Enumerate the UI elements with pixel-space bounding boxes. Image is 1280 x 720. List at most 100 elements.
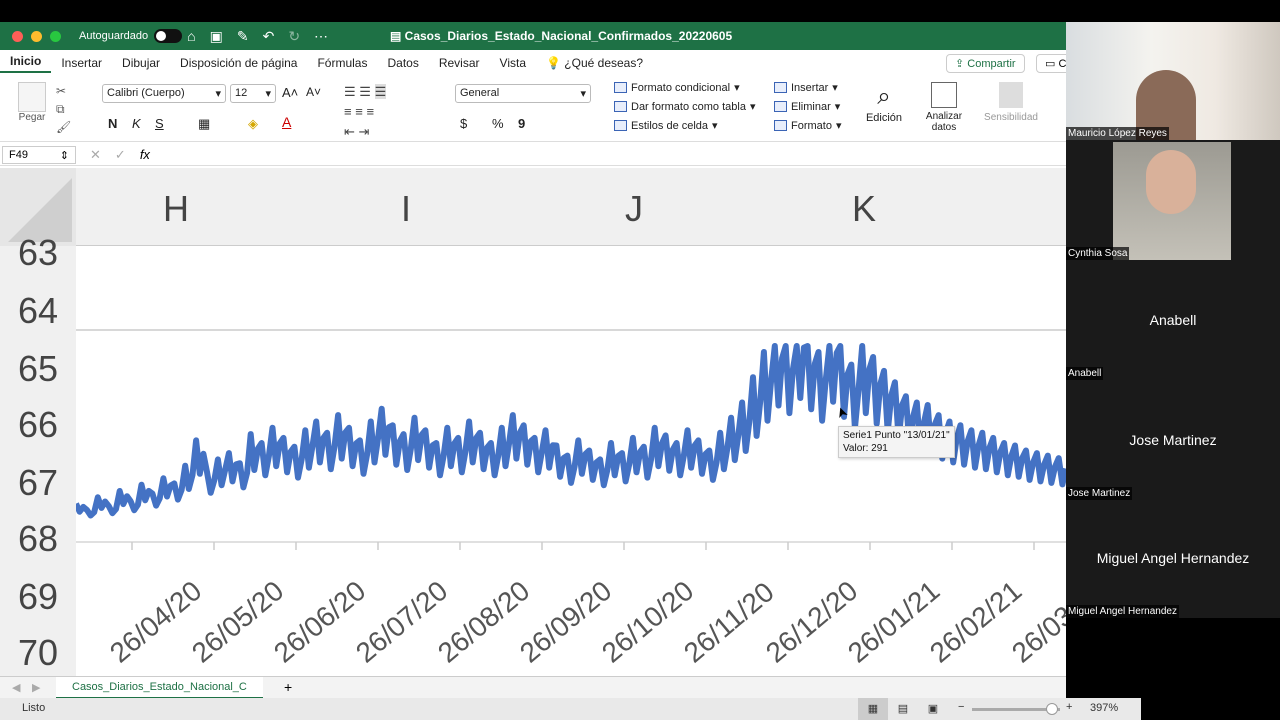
paste-button[interactable]: Pegar xyxy=(12,82,52,123)
sensitivity-button[interactable]: Sensibilidad xyxy=(982,82,1040,123)
format-painter-icon[interactable]: 🖌 xyxy=(56,118,71,136)
sheet-tab[interactable]: Casos_Diarios_Estado_Nacional_C xyxy=(56,677,263,698)
row-header[interactable]: 64 xyxy=(0,290,76,332)
font-name-select[interactable]: Calibri (Cuerpo) ▾ xyxy=(102,84,226,103)
analyze-data-button[interactable]: Analizar datos xyxy=(922,82,966,133)
tab-revisar[interactable]: Revisar xyxy=(429,56,490,70)
tab-insertar[interactable]: Insertar xyxy=(51,56,112,70)
save-icon[interactable]: ▣ xyxy=(210,28,223,45)
number-format-select[interactable]: General ▾ xyxy=(455,84,591,103)
fill-color-icon[interactable]: ◈ xyxy=(248,116,258,132)
tell-me[interactable]: 💡 ¿Qué deseas? xyxy=(536,56,653,70)
insert-cells-button[interactable]: Insertar ▾ xyxy=(774,78,842,97)
add-sheet-icon[interactable]: + xyxy=(284,679,292,695)
row-header[interactable]: 66 xyxy=(0,404,76,446)
align-left-icon[interactable]: ≡ xyxy=(344,104,352,119)
bold-button[interactable]: N xyxy=(108,116,117,131)
editing-button[interactable]: ⌕ Edición xyxy=(862,82,906,124)
confirm-icon[interactable]: ✓ xyxy=(115,147,126,163)
tab-dibujar[interactable]: Dibujar xyxy=(112,56,170,70)
font-size-select[interactable]: 12 ▾ xyxy=(230,84,276,103)
next-sheet-icon[interactable]: ▶ xyxy=(32,681,40,694)
align-top-icon[interactable]: ☰ xyxy=(344,84,356,99)
row-header[interactable]: 68 xyxy=(0,518,76,560)
tab-disposicion[interactable]: Disposición de página xyxy=(170,56,307,70)
borders-icon[interactable]: ▦ xyxy=(198,116,210,132)
redo-icon[interactable]: ↻ xyxy=(288,28,300,45)
cancel-icon[interactable]: ✕ xyxy=(90,147,101,163)
comments-button[interactable]: ▭ C xyxy=(1036,54,1066,73)
zoom-out-icon[interactable]: − xyxy=(958,701,964,713)
close-window-button[interactable] xyxy=(12,30,23,42)
prev-sheet-icon[interactable]: ◀ xyxy=(12,681,20,694)
participant-display-name: Miguel Angel Hernandez xyxy=(1096,550,1250,566)
delete-cells-button[interactable]: Eliminar ▾ xyxy=(774,97,842,116)
row-header[interactable]: 69 xyxy=(0,576,76,618)
tab-datos[interactable]: Datos xyxy=(377,56,428,70)
currency-button[interactable]: $ xyxy=(460,116,467,131)
share-button[interactable]: ⇪ Compartir xyxy=(946,54,1025,73)
format-cells-button[interactable]: Formato ▾ xyxy=(774,116,842,135)
zoom-slider-thumb[interactable] xyxy=(1046,703,1058,715)
chart-area[interactable]: 26/04/20 26/05/20 26/06/20 26/07/20 26/08/20… xyxy=(73,246,1066,676)
line-chart[interactable]: 26/04/2026/05/2026/06/2026/07/2026/08/20… xyxy=(73,246,1066,676)
normal-view-icon[interactable]: ▦ xyxy=(858,698,888,720)
row-header[interactable]: 63 xyxy=(0,232,76,274)
format-cells-icon xyxy=(774,120,787,131)
clipboard-icon xyxy=(18,82,46,112)
tab-inicio[interactable]: Inicio xyxy=(0,54,52,73)
cell-styles-button[interactable]: Estilos de celda ▾ xyxy=(614,116,755,135)
document-title: ▤ Casos_Diarios_Estado_Nacional_Confirma… xyxy=(390,29,733,43)
fx-icon[interactable]: fx xyxy=(140,147,150,162)
maximize-window-button[interactable] xyxy=(50,30,61,42)
indent-decrease-icon[interactable]: ⇤ xyxy=(344,124,355,139)
conditional-format-button[interactable]: Formato condicional ▾ xyxy=(614,78,755,97)
column-header-k[interactable]: K xyxy=(834,188,894,230)
worksheet-grid[interactable]: H I J K 63 64 65 66 67 68 69 70 26/04/20… xyxy=(0,168,1066,676)
decrease-font-icon[interactable]: A˅ xyxy=(306,85,321,99)
tab-formulas[interactable]: Fórmulas xyxy=(307,56,377,70)
x-tick-label: 26/06/20 xyxy=(268,575,371,669)
copy-icon[interactable]: ⧉ xyxy=(56,100,71,118)
save-as-icon[interactable]: ✎ xyxy=(237,28,249,45)
zoom-level[interactable]: 397% xyxy=(1090,702,1118,714)
participant-name: Mauricio López Reyes xyxy=(1066,127,1169,140)
name-box[interactable]: F49 ⇕ xyxy=(2,145,76,164)
more-icon[interactable]: ⋯ xyxy=(314,28,328,45)
participant-tile[interactable]: Miguel Angel Hernandez Miguel Angel Hern… xyxy=(1066,500,1280,618)
page-break-icon[interactable]: ▣ xyxy=(918,698,948,720)
insert-cells-icon xyxy=(774,82,787,93)
font-color-icon[interactable]: A xyxy=(282,114,291,130)
increase-font-icon[interactable]: A˄ xyxy=(282,85,298,100)
align-middle-icon[interactable]: ☰ xyxy=(359,84,371,99)
format-as-table-button[interactable]: Dar formato como tabla ▾ xyxy=(614,97,755,116)
page-layout-icon[interactable]: ▤ xyxy=(888,698,918,720)
cut-icon[interactable]: ✂ xyxy=(56,82,71,100)
align-center-icon[interactable]: ≡ xyxy=(355,104,363,119)
align-bottom-icon[interactable]: ☰ xyxy=(374,84,387,99)
column-header-h[interactable]: H xyxy=(146,188,206,230)
align-right-icon[interactable]: ≡ xyxy=(366,104,374,119)
comma-button[interactable]: 9 xyxy=(518,116,525,131)
zoom-slider[interactable] xyxy=(972,703,1060,715)
home-icon[interactable]: ⌂ xyxy=(187,28,195,45)
column-header-j[interactable]: J xyxy=(604,188,664,230)
undo-icon[interactable]: ↶ xyxy=(263,28,275,45)
column-header-i[interactable]: I xyxy=(376,188,436,230)
participant-tile[interactable]: Mauricio López Reyes xyxy=(1066,22,1280,140)
underline-button[interactable]: S xyxy=(155,116,164,131)
italic-button[interactable]: K xyxy=(132,116,141,131)
autosave-toggle[interactable] xyxy=(154,29,183,43)
row-header[interactable]: 65 xyxy=(0,348,76,390)
tab-vista[interactable]: Vista xyxy=(490,56,536,70)
participant-tile[interactable]: Anabell Anabell xyxy=(1066,260,1280,380)
participant-tile[interactable]: Cynthia Sosa xyxy=(1066,140,1280,260)
participant-tile[interactable]: Jose Martinez Jose Martinez xyxy=(1066,380,1280,500)
screen: Autoguardado 0 ⌂ ▣ ✎ ↶ ↻ ⋯ ▤ Casos_Diari… xyxy=(0,0,1280,720)
zoom-in-icon[interactable]: + xyxy=(1066,701,1072,713)
row-header[interactable]: 67 xyxy=(0,462,76,504)
minimize-window-button[interactable] xyxy=(31,30,42,42)
indent-increase-icon[interactable]: ⇥ xyxy=(359,124,370,139)
percent-button[interactable]: % xyxy=(492,116,504,131)
row-header[interactable]: 70 xyxy=(0,632,76,674)
